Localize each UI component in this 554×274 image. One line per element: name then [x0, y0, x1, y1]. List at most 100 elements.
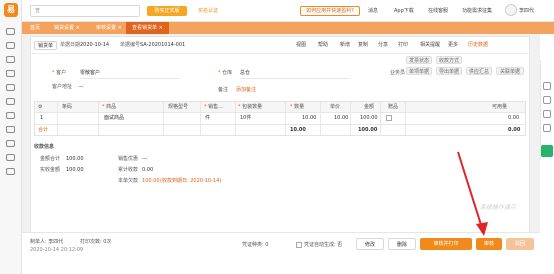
data-icon[interactable]	[6, 126, 15, 133]
apps-icon[interactable]	[6, 168, 15, 175]
row-divider	[35, 112, 525, 113]
invoice-status-button[interactable]: 发票状态	[406, 56, 432, 64]
row-available: 0.00	[508, 115, 520, 121]
expand-icon[interactable]	[541, 145, 553, 157]
customer-underline	[80, 78, 180, 79]
edit-button[interactable]: 修改	[356, 238, 384, 250]
row-unit[interactable]: 件	[205, 114, 210, 123]
purchase-icon[interactable]	[6, 42, 15, 49]
watermark: 系统操作演示	[480, 204, 517, 211]
address-label: 客户地址	[52, 84, 73, 90]
calendar-icon[interactable]	[543, 82, 551, 90]
global-search-input[interactable]: 查	[30, 5, 140, 17]
tab-sales-settings[interactable]: 销货设置 ×	[48, 22, 86, 34]
creator-label: 制单人: 李四代	[30, 239, 64, 245]
app-logo[interactable]: 易	[4, 3, 18, 17]
col-divider	[320, 102, 321, 135]
collect-title: 收款信息	[34, 144, 55, 150]
table-settings-icon[interactable]: ⚙	[38, 102, 42, 112]
auto-voucher-checkbox[interactable]	[296, 242, 302, 248]
row-amount[interactable]: 100.00	[360, 114, 378, 123]
customer-icon[interactable]	[6, 112, 15, 119]
doc-type-chip: 销货单	[34, 41, 58, 50]
help-button[interactable]: 帮助	[318, 41, 328, 50]
this-due-label: 本单欠款	[118, 178, 139, 184]
row-divider	[35, 124, 525, 125]
gift-checkbox[interactable]	[386, 115, 392, 121]
total-available: 0.00	[508, 127, 521, 133]
discount-value[interactable]: ---	[142, 155, 147, 163]
col-price: 单价	[330, 104, 341, 110]
export-doc-button[interactable]: 导出单据	[436, 67, 462, 75]
delete-button[interactable]: 删除	[388, 238, 416, 250]
address-value[interactable]: ---	[78, 83, 83, 91]
tab-audit-settings[interactable]: 审核设置 ×	[90, 22, 128, 34]
voucher-type: 凭证种类: 0	[242, 242, 269, 248]
messages-link[interactable]: 消息	[368, 7, 378, 16]
buy-official-button[interactable]: 购买正式版	[147, 6, 187, 16]
actual-label: 实收金额	[40, 167, 61, 173]
total-amount: 100.00	[358, 127, 378, 133]
col-divider	[285, 102, 286, 135]
sales-icon[interactable]	[6, 56, 15, 63]
col-divider	[98, 102, 99, 135]
add-remark-link[interactable]: 添加备注	[236, 86, 256, 94]
payment-method-button[interactable]: 收款方式	[436, 56, 462, 64]
share-icon[interactable]	[543, 110, 551, 118]
copy-button[interactable]: 复制	[358, 41, 368, 50]
tab-view-sales-order[interactable]: 查看销货单 ×	[126, 22, 169, 34]
warehouse-underline	[240, 78, 350, 79]
more-button[interactable]: 更多	[448, 41, 458, 50]
print-button[interactable]: 打印	[398, 41, 408, 50]
cumulative-value: 0.00	[142, 167, 154, 173]
finance-icon[interactable]	[6, 84, 15, 91]
supply-summary-button[interactable]: 供应汇总	[466, 67, 492, 75]
doc-no: SA-20201014-001	[140, 42, 186, 48]
tab-home[interactable]: 首页	[24, 22, 46, 34]
feature-request-link[interactable]: 功能需求征集	[462, 7, 492, 16]
row-pack[interactable]: 10件	[240, 114, 251, 123]
new-button[interactable]: 新增	[340, 41, 350, 50]
col-divider	[350, 102, 351, 135]
username[interactable]: 李四代	[519, 7, 534, 14]
view-button[interactable]: 视图	[296, 41, 306, 50]
row-qty[interactable]: 10.00	[302, 114, 316, 123]
home-icon[interactable]	[6, 28, 15, 35]
real-name-cert-link[interactable]: 实名认证	[192, 6, 224, 16]
reminder-button[interactable]: 相关提醒	[420, 41, 440, 50]
this-due-note: (收款到期日: 2020-10-14)	[160, 178, 222, 184]
warehouse-value[interactable]: 总仓	[240, 69, 250, 77]
profit-tip-banner[interactable]: 如何应用并快速盈利?	[300, 6, 360, 16]
note-icon[interactable]	[543, 96, 551, 104]
customer-label: * 客户	[52, 70, 67, 76]
row-price[interactable]: 10.00	[334, 114, 348, 123]
row-product[interactable]: 面试商品	[104, 114, 124, 123]
col-qty: * 数量	[290, 104, 305, 110]
shop-icon[interactable]	[6, 140, 15, 147]
amount-total-label: 金额合计	[40, 156, 61, 162]
history-button[interactable]: 历史数据	[468, 41, 488, 50]
created-datetime: 2020-10-14 20:12:09	[30, 247, 84, 253]
history-icon[interactable]	[543, 124, 551, 132]
reject-button[interactable]: 驳回	[506, 238, 534, 250]
cumulative-label: 累计收款	[118, 167, 139, 173]
single-doc-button[interactable]: 单项单据	[406, 67, 432, 75]
col-amount: 金额	[364, 104, 375, 110]
online-service-link[interactable]: 在线客服	[428, 7, 448, 16]
inventory-icon[interactable]	[6, 70, 15, 77]
share-button[interactable]: 分享	[378, 41, 388, 50]
report-icon[interactable]	[6, 98, 15, 105]
col-divider	[200, 102, 201, 135]
print-count: 打印次数: 0次	[80, 239, 112, 245]
settings-icon[interactable]	[6, 154, 15, 161]
col-product: * 商品	[102, 104, 117, 110]
customer-value[interactable]: 零散客户	[80, 69, 100, 77]
total-label: 合计	[38, 127, 49, 133]
app-download-link[interactable]: App下载	[394, 7, 414, 16]
col-divider	[57, 102, 58, 135]
related-doc-button[interactable]: 关联单据	[496, 67, 524, 75]
col-divider	[235, 102, 236, 135]
col-divider	[163, 102, 164, 135]
doc-no-label: 单据编号	[120, 42, 141, 48]
avatar[interactable]	[505, 4, 517, 16]
